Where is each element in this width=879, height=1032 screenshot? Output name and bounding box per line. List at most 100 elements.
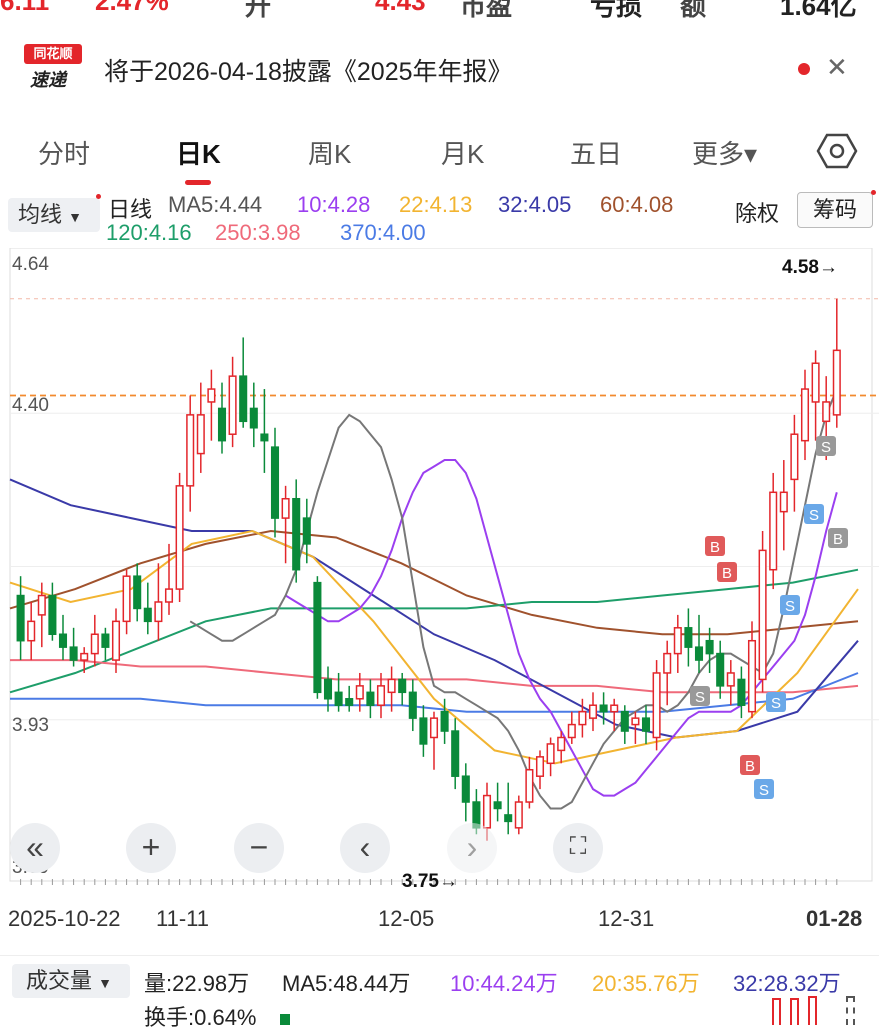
tab-daily-k[interactable]: 日K xyxy=(176,134,221,171)
candle-down xyxy=(101,633,110,648)
quote-strip: 6.11 2.47% 升 4.43 市盈 亏损 额 1.64亿 xyxy=(0,0,879,22)
ma120-value: 120:4.16 xyxy=(106,220,192,245)
ma5-line xyxy=(189,388,838,810)
zoom-in-button[interactable]: + xyxy=(126,823,176,873)
settings-icon[interactable] xyxy=(816,130,858,172)
ma-selector-button[interactable]: 均线 ▼ xyxy=(8,198,100,232)
ma10-value: 10:4.28 xyxy=(297,192,371,217)
tab-weekly-k[interactable]: 周K xyxy=(308,134,351,171)
ma22-value: 22:4.13 xyxy=(399,192,473,217)
candle-up xyxy=(535,756,545,777)
candle-up xyxy=(228,375,237,435)
trade-mark-label: S xyxy=(821,439,831,456)
candle-down xyxy=(58,633,68,648)
zoom-out-button[interactable]: − xyxy=(234,823,284,873)
volume-ma10: 10:44.24万 xyxy=(450,971,558,996)
unread-dot-icon xyxy=(798,63,810,75)
volume-indicator-label: 成交量 xyxy=(26,968,93,993)
tab-monthly-k[interactable]: 月K xyxy=(441,134,484,171)
candle-up xyxy=(37,594,46,616)
turnover-value: 1.64亿 xyxy=(780,0,857,21)
candle-up xyxy=(790,433,799,481)
candle-up xyxy=(376,685,386,706)
candle-down xyxy=(143,607,152,623)
ma250-value: 250:3.98 xyxy=(215,220,301,245)
chip-dot-icon xyxy=(871,190,876,195)
fullscreen-button[interactable]: ⛶ xyxy=(553,823,603,873)
pe-value: 亏损 xyxy=(590,0,643,21)
logo-bottom-text: 速递 xyxy=(30,70,66,90)
candle-down xyxy=(69,646,78,661)
candle-down xyxy=(334,691,343,706)
trade-mark-label: B xyxy=(833,531,843,548)
candle-up xyxy=(525,769,534,803)
candle-down xyxy=(694,646,704,661)
notice-text[interactable]: 将于2026-04-18披露《2025年年报》 xyxy=(104,52,513,88)
candle-down xyxy=(620,710,629,732)
candle-down xyxy=(419,717,428,745)
candle-up xyxy=(175,485,184,590)
candle-up xyxy=(769,491,778,571)
max-price-label: 4.58→ xyxy=(782,257,838,278)
candle-up xyxy=(154,601,163,623)
candle-down xyxy=(366,691,375,706)
candle-down xyxy=(48,594,57,636)
candle-up xyxy=(779,491,788,513)
candle-down xyxy=(302,517,311,545)
period-tabs: 分时 日K 周K 月K 五日 更多▾ xyxy=(0,120,879,186)
jump-start-button[interactable]: « xyxy=(10,823,60,873)
notice-dot-icon xyxy=(96,194,101,199)
tab-more[interactable]: 更多▾ xyxy=(692,134,757,171)
candle-up xyxy=(207,388,216,403)
candle-up xyxy=(355,685,364,700)
ma370-value: 370:4.00 xyxy=(340,220,426,245)
chip-distribution-button[interactable]: 筹码 xyxy=(797,192,873,228)
candle-up xyxy=(164,588,174,603)
y-tick-top: 4.64 xyxy=(12,254,49,275)
candle-up xyxy=(726,672,735,687)
candle-up xyxy=(429,717,439,739)
candle-up xyxy=(122,575,131,623)
report-notice-banner[interactable]: 同花顺 速递 将于2026-04-18披露《2025年年报》 ✕ xyxy=(0,30,879,106)
candle-up xyxy=(111,620,121,661)
close-icon[interactable]: ✕ xyxy=(826,52,848,83)
candle-up xyxy=(567,723,576,739)
candle-up xyxy=(588,704,598,719)
candle-down xyxy=(270,446,280,519)
candles xyxy=(16,298,841,841)
candle-down xyxy=(737,678,746,706)
tab-intraday[interactable]: 分时 xyxy=(38,134,90,171)
volume-value: 量:22.98万 xyxy=(144,971,250,996)
trade-mark-label: S xyxy=(809,507,819,524)
candle-down xyxy=(239,375,248,423)
turnover-label: 额 xyxy=(680,0,707,21)
candle-down xyxy=(408,691,417,719)
ex-rights-toggle[interactable]: 除权 xyxy=(735,196,779,228)
kline-chart[interactable]: BBSSBSSSBS xyxy=(0,248,879,893)
chart-controls: « + − ‹ › ⛶ xyxy=(0,823,879,877)
candle-down xyxy=(323,678,333,700)
candle-up xyxy=(281,497,290,519)
trade-mark-label: B xyxy=(710,539,720,556)
candle-up xyxy=(186,414,195,487)
tonghuashun-logo: 同花顺 速递 xyxy=(24,44,84,90)
volume-bar xyxy=(772,998,781,1025)
candle-down xyxy=(493,801,502,810)
chevron-down-icon: ▼ xyxy=(98,975,112,991)
candle-up xyxy=(578,710,587,726)
scroll-right-button[interactable]: › xyxy=(447,823,497,873)
volume-bar xyxy=(808,996,817,1025)
x-label-4: 12-31 xyxy=(598,906,655,931)
active-tab-indicator xyxy=(185,180,211,185)
candle-down xyxy=(705,639,714,655)
candle-down xyxy=(345,698,354,706)
price-change: 6.11 xyxy=(0,0,50,16)
volume-indicator-button[interactable]: 成交量 ▼ xyxy=(12,964,130,998)
candle-down xyxy=(292,497,301,571)
candle-up xyxy=(758,549,767,681)
ma-toolbar: 均线 ▼ 日线 MA5:4.44 10:4.28 22:4.13 32:4.05… xyxy=(0,186,879,248)
chevron-down-icon: ▼ xyxy=(68,209,82,225)
scroll-left-button[interactable]: ‹ xyxy=(340,823,390,873)
candle-down xyxy=(716,652,725,687)
tab-five-day[interactable]: 五日 xyxy=(570,134,622,171)
